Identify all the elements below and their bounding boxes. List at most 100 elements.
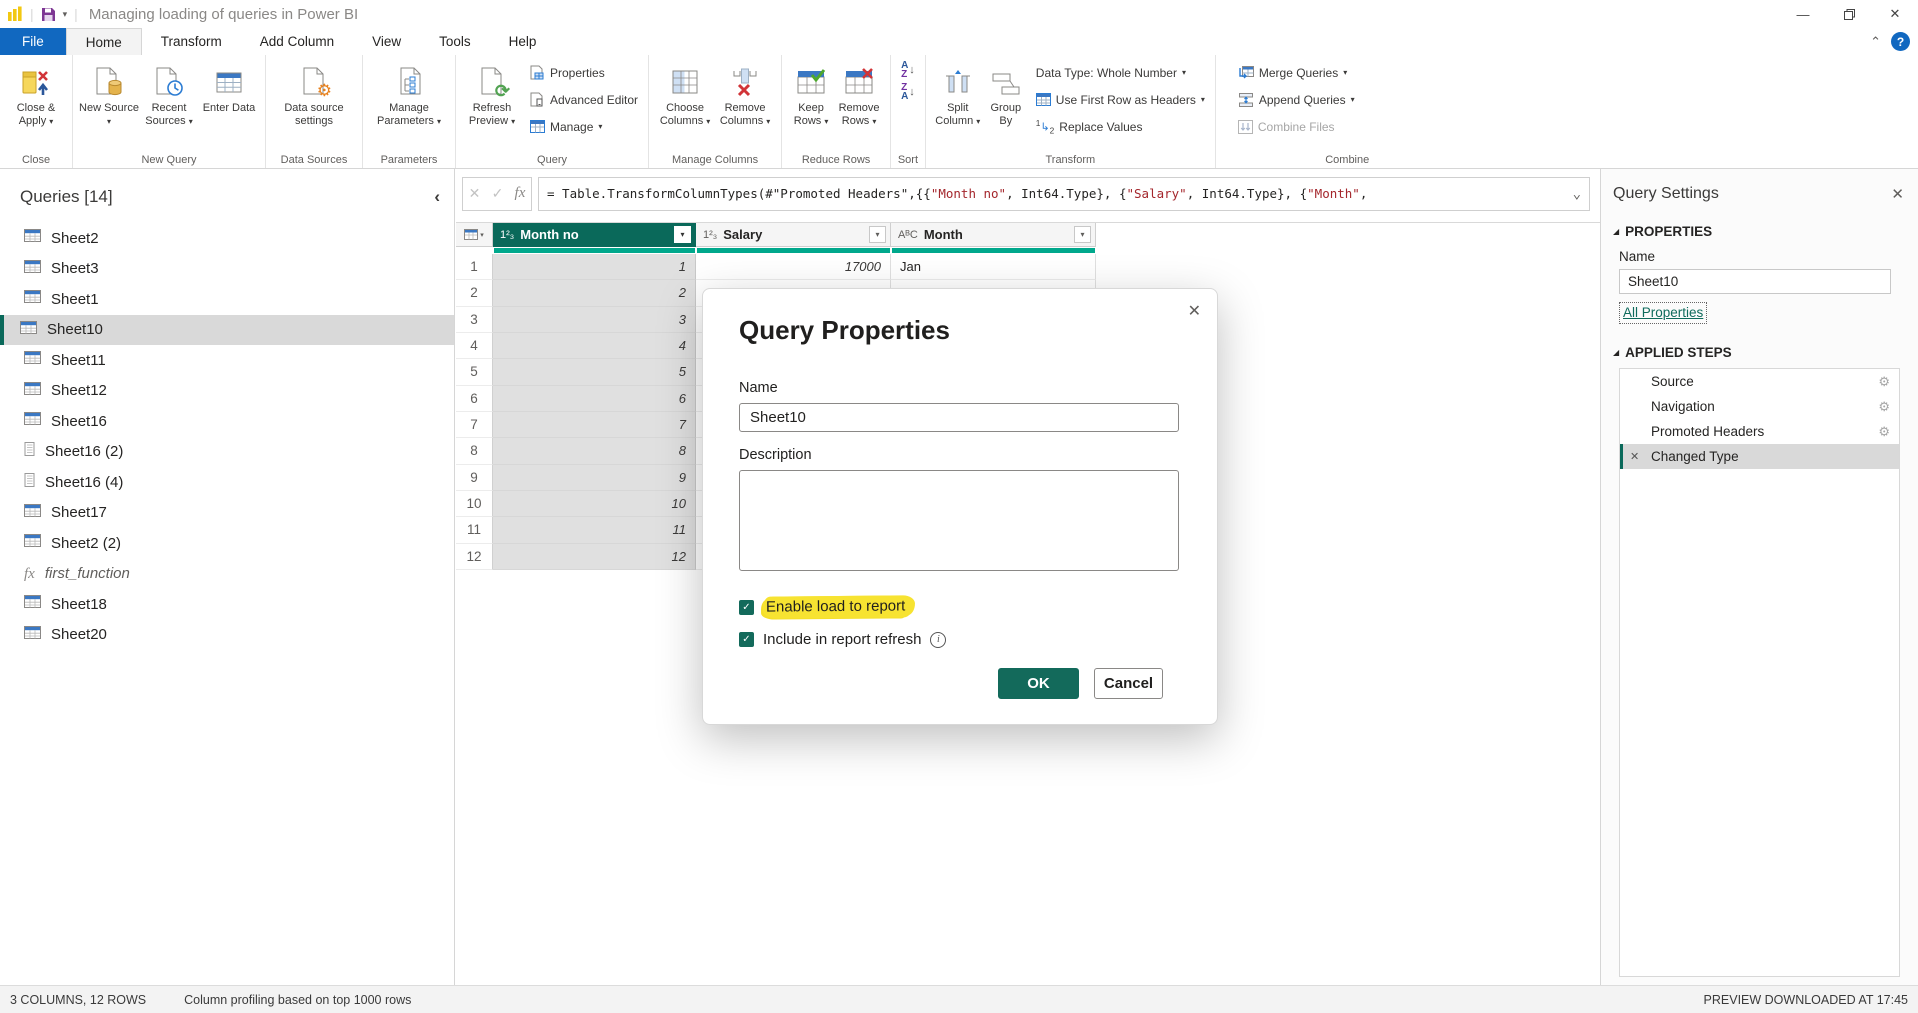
cell-month-no[interactable]: 8 — [493, 438, 696, 464]
merge-queries-button[interactable]: Merge Queries ▾ — [1234, 59, 1359, 86]
row-number[interactable]: 2 — [456, 280, 493, 306]
query-item-sheet11[interactable]: Sheet11 — [0, 345, 454, 376]
cell-month-no[interactable]: 3 — [493, 307, 696, 333]
row-number[interactable]: 11 — [456, 517, 493, 543]
applied-step-navigation[interactable]: Navigation⚙ — [1620, 394, 1899, 419]
info-icon[interactable]: i — [930, 632, 946, 648]
column-header-salary[interactable]: 1²₃ Salary ▾ — [696, 223, 891, 247]
expand-formula-bar-icon[interactable]: ⌄ — [1565, 186, 1581, 202]
applied-step-source[interactable]: Source⚙ — [1620, 369, 1899, 394]
recent-sources-button[interactable]: Recent Sources ▾ — [139, 59, 199, 128]
quick-access-dropdown-icon[interactable]: ▾ — [63, 9, 68, 20]
step-settings-icon[interactable]: ⚙ — [1878, 374, 1890, 390]
query-item-sheet1[interactable]: Sheet1 — [0, 284, 454, 315]
data-type-button[interactable]: Data Type: Whole Number ▾ — [1032, 59, 1209, 86]
advanced-editor-button[interactable]: Advanced Editor — [526, 86, 642, 113]
whole-number-type-icon[interactable]: 1²₃ — [703, 229, 717, 241]
cell-salary[interactable]: 17000 — [696, 254, 891, 280]
text-type-icon[interactable]: AᴮC — [898, 229, 918, 241]
row-number[interactable]: 9 — [456, 465, 493, 491]
formula-input[interactable]: = Table.TransformColumnTypes(#"Promoted … — [538, 177, 1590, 211]
tab-add-column[interactable]: Add Column — [241, 28, 353, 55]
column-filter-icon[interactable]: ▾ — [869, 226, 886, 243]
remove-rows-button[interactable]: Remove Rows ▾ — [834, 59, 884, 128]
query-item-sheet16-2[interactable]: Sheet16 (2) — [0, 437, 454, 468]
properties-button[interactable]: Properties — [526, 59, 642, 86]
sort-descending-button[interactable]: ZA↓ — [897, 81, 919, 103]
query-item-sheet3[interactable]: Sheet3 — [0, 254, 454, 285]
group-by-button[interactable]: Group By — [984, 59, 1028, 128]
delete-step-icon[interactable]: ✕ — [1630, 450, 1639, 463]
manage-button[interactable]: Manage ▾ — [526, 113, 642, 140]
refresh-preview-button[interactable]: ⟳ Refresh Preview ▾ — [462, 59, 522, 128]
collapse-ribbon-icon[interactable]: ⌃ — [1870, 34, 1881, 50]
row-number[interactable]: 5 — [456, 359, 493, 385]
tab-view[interactable]: View — [353, 28, 420, 55]
row-number[interactable]: 3 — [456, 307, 493, 333]
close-and-apply-button[interactable]: Close & Apply ▾ — [6, 59, 66, 128]
applied-step-promoted-headers[interactable]: Promoted Headers⚙ — [1620, 419, 1899, 444]
query-item-sheet20[interactable]: Sheet20 — [0, 620, 454, 651]
replace-values-button[interactable]: 1↳2 Replace Values — [1032, 113, 1209, 140]
whole-number-type-icon[interactable]: 1²₃ — [500, 229, 514, 241]
column-filter-icon[interactable]: ▾ — [674, 226, 691, 243]
choose-columns-button[interactable]: Choose Columns ▾ — [655, 59, 715, 128]
column-header-month-no[interactable]: 1²₃ Month no ▾ — [493, 223, 696, 247]
cell-month-no[interactable]: 6 — [493, 386, 696, 412]
column-header-month[interactable]: AᴮC Month ▾ — [891, 223, 1096, 247]
query-item-sheet2[interactable]: Sheet2 — [0, 223, 454, 254]
row-number[interactable]: 4 — [456, 333, 493, 359]
cell-month-no[interactable]: 10 — [493, 491, 696, 517]
tab-tools[interactable]: Tools — [420, 28, 490, 55]
grid-select-all-corner[interactable]: ▾ — [456, 223, 493, 247]
row-number[interactable]: 10 — [456, 491, 493, 517]
enable-load-checkbox[interactable]: ✓ — [739, 600, 754, 615]
keep-rows-button[interactable]: Keep Rows ▾ — [788, 59, 834, 128]
new-source-button[interactable]: New Source ▾ — [79, 59, 139, 128]
cell-month-no[interactable]: 1 — [493, 254, 696, 280]
query-item-sheet18[interactable]: Sheet18 — [0, 589, 454, 620]
query-item-sheet12[interactable]: Sheet12 — [0, 376, 454, 407]
append-queries-button[interactable]: Append Queries ▾ — [1234, 86, 1359, 113]
remove-columns-button[interactable]: Remove Columns ▾ — [715, 59, 775, 128]
commit-formula-icon[interactable]: ✓ — [492, 185, 504, 202]
cancel-formula-icon[interactable]: ✕ — [469, 185, 481, 202]
step-settings-icon[interactable]: ⚙ — [1878, 424, 1890, 440]
query-name-input[interactable] — [739, 403, 1179, 432]
query-item-sheet16-4[interactable]: Sheet16 (4) — [0, 467, 454, 498]
data-source-settings-button[interactable]: ⚙ Data source settings — [272, 59, 356, 128]
query-item-sheet10[interactable]: Sheet10 — [0, 315, 454, 346]
ok-button[interactable]: OK — [998, 668, 1079, 699]
tab-transform[interactable]: Transform — [142, 28, 241, 55]
tab-home[interactable]: Home — [66, 28, 142, 55]
tab-help[interactable]: Help — [490, 28, 556, 55]
step-settings-icon[interactable]: ⚙ — [1878, 399, 1890, 415]
include-refresh-checkbox[interactable]: ✓ — [739, 632, 754, 647]
close-window-button[interactable]: ✕ — [1872, 0, 1918, 28]
row-number[interactable]: 1 — [456, 254, 493, 280]
maximize-button[interactable] — [1826, 0, 1872, 28]
row-number[interactable]: 7 — [456, 412, 493, 438]
cell-month-no[interactable]: 5 — [493, 359, 696, 385]
enter-data-button[interactable]: Enter Data — [199, 59, 259, 115]
cell-month[interactable]: Jan — [891, 254, 1096, 280]
cell-month-no[interactable]: 11 — [493, 517, 696, 543]
query-item-sheet2-2[interactable]: Sheet2 (2) — [0, 528, 454, 559]
tab-file[interactable]: File — [0, 28, 66, 55]
cell-month-no[interactable]: 2 — [493, 280, 696, 306]
row-number[interactable]: 8 — [456, 438, 493, 464]
split-column-button[interactable]: Split Column ▾ — [932, 59, 984, 128]
sort-ascending-button[interactable]: AZ↓ — [897, 59, 919, 81]
applied-step-changed-type[interactable]: ✕Changed Type — [1620, 444, 1899, 469]
use-first-row-as-headers-button[interactable]: Use First Row as Headers ▾ — [1032, 86, 1209, 113]
applied-steps-section-header[interactable]: ◢ APPLIED STEPS — [1601, 345, 1918, 360]
minimize-button[interactable]: — — [1780, 0, 1826, 28]
query-item-first-function[interactable]: fxfirst_function — [0, 559, 454, 590]
help-icon[interactable]: ? — [1891, 32, 1910, 51]
save-icon[interactable] — [41, 7, 56, 22]
description-textarea[interactable] — [739, 470, 1179, 571]
cancel-button[interactable]: Cancel — [1094, 668, 1163, 699]
close-query-settings-icon[interactable]: ✕ — [1891, 185, 1904, 203]
manage-parameters-button[interactable]: Manage Parameters ▾ — [369, 59, 449, 128]
collapse-queries-pane-icon[interactable]: ‹ — [434, 187, 440, 207]
